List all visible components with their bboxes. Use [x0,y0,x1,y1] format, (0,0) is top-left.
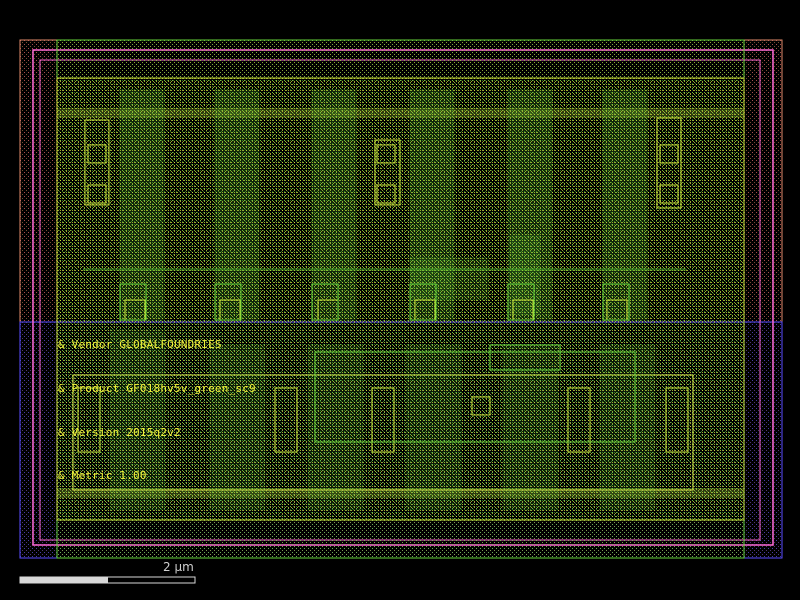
metal-block [409,257,489,301]
vendor-label: & Vendor GLOBALFOUNDRIES [58,338,222,351]
version-label: & Version 2015q2v2 [58,426,181,439]
scale-bar-fill [20,577,108,583]
poly-finger [602,89,648,321]
poly-finger [119,89,165,321]
bottom-finger [599,344,656,511]
layout-canvas: & Vendor GLOBALFOUNDRIES & Product GF018… [0,0,800,600]
product-label: & Product GF018hv5v_green_sc9 [58,382,256,395]
layout-view: & Vendor GLOBALFOUNDRIES & Product GF018… [19,39,783,584]
poly-bar [83,268,686,271]
metal-block [509,234,541,316]
metric-label: & Metric 1.00 [58,469,147,482]
bottom-finger [209,344,266,511]
poly-finger [214,89,260,321]
scale-bar: 2 μm [19,560,196,584]
bottom-finger [405,344,462,511]
poly-finger [311,89,357,321]
bottom-finger [307,344,364,511]
bottom-finger [109,329,166,511]
scale-bar-label: 2 μm [163,560,194,574]
